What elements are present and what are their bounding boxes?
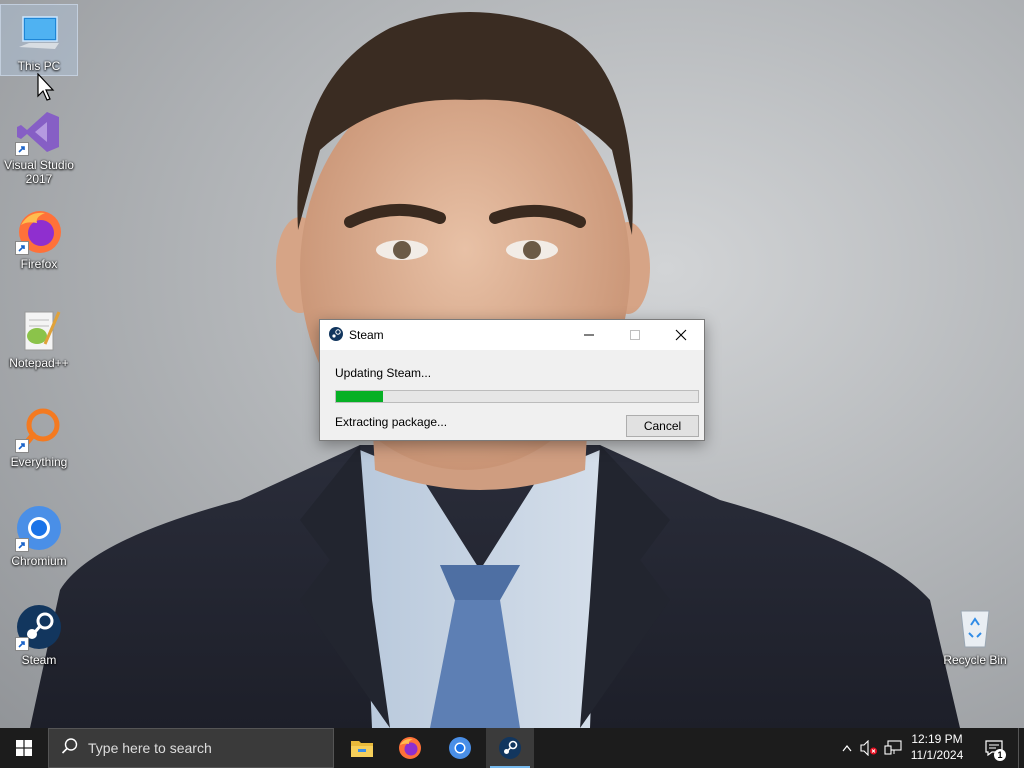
cancel-button[interactable]: Cancel (626, 415, 699, 437)
desktop-icon-chromium[interactable]: Chromium (1, 500, 77, 570)
desktop-icon-visual-studio[interactable]: Visual Studio 2017 (1, 104, 77, 188)
steam-icon (499, 737, 521, 759)
show-hidden-icons-button[interactable] (838, 728, 856, 768)
taskbar-search-box[interactable]: Type here to search (48, 728, 334, 768)
minimize-button[interactable] (566, 320, 612, 350)
chromium-icon (449, 737, 471, 759)
extract-status-text: Extracting package... (335, 415, 448, 429)
mouse-cursor-icon (37, 72, 57, 108)
notepadpp-icon (15, 306, 63, 354)
network-button[interactable] (882, 728, 904, 768)
dialog-titlebar[interactable]: Steam (320, 320, 704, 350)
search-placeholder: Type here to search (88, 740, 212, 756)
this-pc-icon (15, 9, 63, 57)
clock-date: 11/1/2024 (910, 748, 964, 762)
update-progress-bar (335, 390, 699, 403)
desktop-icon-everything[interactable]: Everything (1, 401, 77, 471)
shortcut-arrow-icon (15, 538, 29, 552)
notification-badge: 1 (994, 749, 1006, 761)
taskbar-file-explorer[interactable] (338, 728, 386, 768)
maximize-button (612, 320, 658, 350)
taskbar: Type here to search 12:19 PM 11/1/2024 1 (0, 728, 1024, 768)
close-button[interactable] (658, 320, 704, 350)
close-icon (675, 329, 687, 341)
shortcut-arrow-icon (15, 637, 29, 651)
visual-studio-icon (15, 108, 63, 156)
clock-time: 12:19 PM (911, 732, 963, 746)
update-status-text: Updating Steam... (335, 366, 432, 380)
taskbar-steam[interactable] (486, 728, 534, 768)
desktop-icon-firefox[interactable]: Firefox (1, 203, 77, 273)
everything-search-icon (15, 405, 63, 453)
progress-fill (336, 391, 384, 402)
file-explorer-icon (351, 741, 373, 757)
speaker-muted-icon (860, 740, 877, 756)
taskbar-clock[interactable]: 12:19 PM 11/1/2024 (902, 731, 972, 763)
desktop-icon-label: Steam (21, 653, 57, 667)
desktop-icon-label: Notepad++ (9, 356, 69, 370)
volume-muted-button[interactable] (858, 728, 880, 768)
desktop-icon-this-pc[interactable]: This PC (0, 4, 78, 76)
desktop-icon-label: Visual Studio 2017 (4, 158, 74, 186)
steam-icon (15, 603, 63, 651)
desktop-icon-label: Everything (10, 455, 68, 469)
firefox-icon (15, 207, 63, 255)
shortcut-arrow-icon (15, 439, 29, 453)
firefox-icon (399, 737, 421, 759)
steam-update-dialog: Steam Updating Steam... Extracting packa… (319, 319, 705, 441)
steam-logo-icon (329, 327, 343, 344)
desktop-icon-steam[interactable]: Steam (1, 599, 77, 669)
taskbar-chromium[interactable] (436, 728, 484, 768)
search-icon (61, 737, 79, 760)
chromium-icon (15, 504, 63, 552)
start-button[interactable] (0, 728, 48, 768)
dialog-title: Steam (349, 328, 384, 342)
windows-logo-icon (16, 740, 32, 756)
shortcut-arrow-icon (15, 142, 29, 156)
desktop-icon-label: Recycle Bin (943, 653, 1007, 667)
recycle-bin-icon (951, 603, 999, 651)
taskbar-firefox[interactable] (386, 728, 434, 768)
desktop-icon-label: Firefox (20, 257, 58, 271)
desktop-icon-notepadpp[interactable]: Notepad++ (1, 302, 77, 372)
action-center-button[interactable]: 1 (980, 728, 1008, 768)
network-icon (884, 740, 902, 755)
desktop-icon-label: Chromium (11, 554, 67, 568)
shortcut-arrow-icon (15, 241, 29, 255)
chevron-up-icon (842, 745, 852, 752)
show-desktop-button[interactable] (1018, 728, 1024, 768)
desktop-icon-recycle-bin[interactable]: Recycle Bin (937, 599, 1013, 669)
